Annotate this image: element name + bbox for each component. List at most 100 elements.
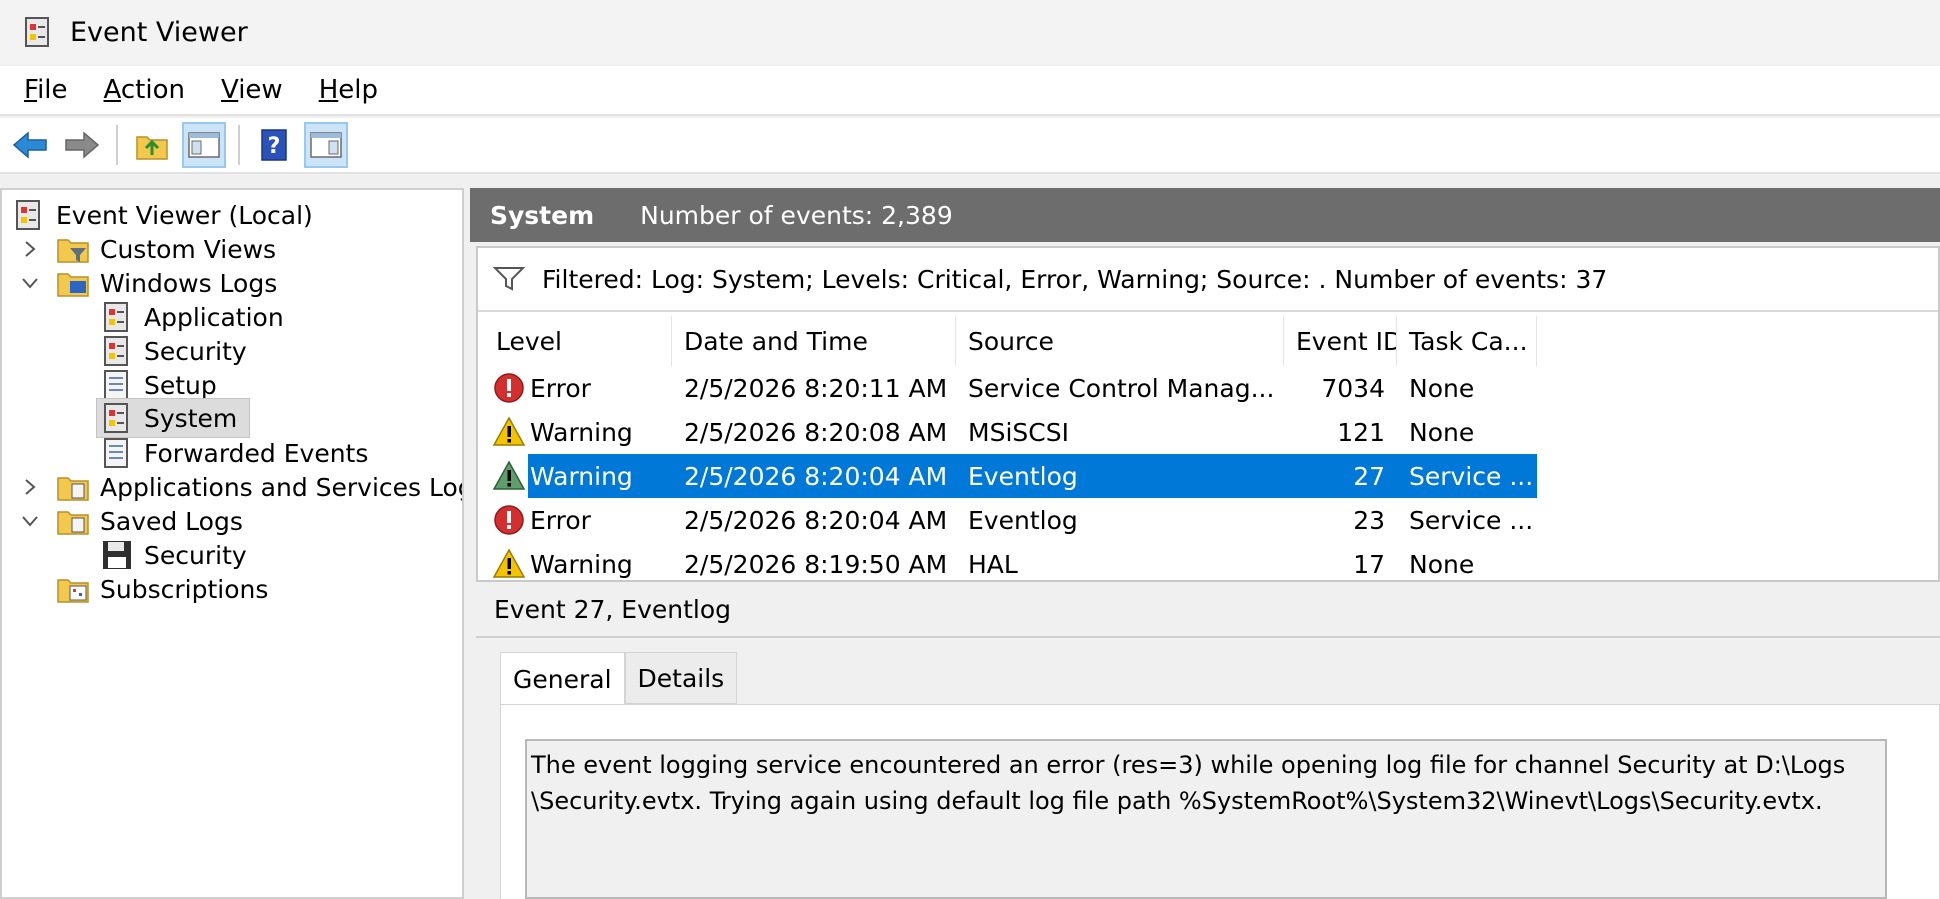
svg-text:?: ?	[268, 134, 281, 159]
tree-item-subscriptions[interactable]: Subscriptions	[56, 570, 268, 608]
log-page-icon	[100, 368, 134, 402]
chevron-down-icon[interactable]	[20, 273, 40, 293]
table-row[interactable]: Warning 2/5/2026 8:20:08 AM MSiSCSI 121 …	[484, 410, 1537, 454]
help-button[interactable]: ?	[252, 122, 296, 168]
tree-label: Security	[144, 336, 247, 366]
tree-item-application[interactable]: Application	[100, 298, 284, 336]
event-log-icon	[100, 334, 134, 368]
table-row[interactable]: Error 2/5/2026 8:20:04 AM Eventlog 23 Se…	[484, 498, 1537, 542]
toolbar: ?	[0, 118, 1940, 174]
detail-tabs: General Details	[500, 652, 738, 706]
menu-action[interactable]: Action	[104, 75, 185, 105]
tree-label: Security	[144, 540, 247, 570]
source-cell: Eventlog	[968, 461, 1078, 491]
task-category-cell: None	[1409, 373, 1475, 403]
event-description[interactable]: The event logging service encountered an…	[525, 739, 1887, 899]
window-title: Event Viewer	[70, 16, 248, 48]
toolbar-separator	[116, 125, 118, 165]
filter-description: Filtered: Log: System; Levels: Critical,…	[542, 264, 1608, 294]
tree-label: Windows Logs	[100, 268, 278, 298]
warning-icon	[492, 547, 526, 578]
filter-icon	[492, 262, 526, 296]
task-category-cell: None	[1409, 417, 1475, 447]
menu-view[interactable]: View	[221, 75, 283, 105]
log-page-icon	[100, 436, 134, 470]
column-header-level[interactable]: Level	[484, 316, 672, 366]
column-header-event-id[interactable]: Event ID	[1284, 316, 1397, 366]
table-row[interactable]: Warning 2/5/2026 8:19:50 AM HAL 17 None	[484, 542, 1537, 578]
source-cell: HAL	[968, 549, 1018, 579]
event-id-cell: 23	[1353, 505, 1385, 535]
event-table[interactable]: Level Date and Time Source Event ID Task…	[484, 316, 1938, 578]
console-tree[interactable]: Event Viewer (Local) Custom Views Window…	[0, 188, 464, 899]
event-id-cell: 7034	[1321, 373, 1385, 403]
chevron-right-icon[interactable]	[20, 477, 40, 497]
column-header-source[interactable]: Source	[956, 316, 1284, 366]
source-cell: Service Control Manag...	[968, 373, 1275, 403]
chevron-down-icon[interactable]	[20, 511, 40, 531]
warning-icon	[492, 415, 526, 449]
log-folder-icon	[56, 504, 90, 538]
event-viewer-app-icon	[22, 16, 54, 48]
level-cell: Warning	[492, 542, 672, 578]
level-cell: Warning	[530, 461, 633, 491]
filter-bar: Filtered: Log: System; Levels: Critical,…	[478, 248, 1938, 312]
tree-label: Saved Logs	[100, 506, 243, 536]
up-one-level-button[interactable]	[130, 122, 174, 168]
action-pane-icon	[310, 132, 342, 158]
tree-item-event-viewer-local[interactable]: Event Viewer (Local)	[12, 196, 313, 234]
level-cell: Error	[492, 498, 672, 542]
event-id-cell: 27	[1353, 461, 1385, 491]
show-hide-action-pane-button[interactable]	[304, 122, 348, 168]
help-icon: ?	[261, 129, 287, 161]
tree-item-windows-logs[interactable]: Windows Logs	[22, 264, 278, 302]
table-row[interactable]: Error 2/5/2026 8:20:11 AM Service Contro…	[484, 366, 1537, 410]
tree-label: System	[144, 403, 238, 433]
level-icon-cell	[492, 454, 528, 498]
tab-details[interactable]: Details	[624, 652, 738, 704]
event-log-icon	[12, 198, 46, 232]
column-header-date-time[interactable]: Date and Time	[672, 316, 956, 366]
tree-item-security[interactable]: Security	[100, 332, 247, 370]
event-description-line: \Security.evtx. Trying again using defau…	[531, 787, 1823, 815]
task-category-cell: Service ...	[1409, 461, 1534, 491]
windows-folder-icon	[56, 266, 90, 300]
level-cell: Error	[492, 366, 672, 410]
tree-item-system[interactable]: System	[96, 398, 250, 438]
tab-general[interactable]: General	[500, 652, 625, 706]
title-bar: Event Viewer	[0, 0, 1940, 64]
tree-item-applications-and-services-logs[interactable]: Applications and Services Log	[25, 468, 462, 506]
column-header-task-category[interactable]: Task Ca...	[1397, 316, 1537, 366]
tree-item-custom-views[interactable]: Custom Views	[25, 230, 277, 268]
tree-item-saved-logs[interactable]: Saved Logs	[22, 502, 243, 540]
tree-item-saved-security[interactable]: Security	[100, 536, 247, 574]
event-detail-title: Event 27, Eventlog	[476, 582, 1940, 638]
filter-folder-icon	[56, 232, 90, 266]
console-tree-icon	[188, 132, 220, 158]
tree-label: Forwarded Events	[144, 438, 369, 468]
tree-item-forwarded-events[interactable]: Forwarded Events	[100, 434, 368, 472]
event-detail-pane: Event 27, Eventlog General Details The e…	[476, 580, 1940, 899]
level-cell: Warning	[492, 410, 672, 454]
menu-help[interactable]: Help	[319, 75, 378, 105]
table-row-selected[interactable]: Warning 2/5/2026 8:20:04 AM Eventlog 27 …	[484, 454, 1537, 498]
date-time-cell: 2/5/2026 8:20:04 AM	[684, 505, 948, 535]
log-folder-icon	[56, 470, 90, 504]
general-tab-body: The event logging service encountered an…	[500, 704, 1940, 899]
date-time-cell: 2/5/2026 8:19:50 AM	[684, 549, 948, 579]
log-header: System Number of events: 2,389	[470, 188, 1940, 242]
date-time-cell: 2/5/2026 8:20:11 AM	[684, 373, 948, 403]
forward-button[interactable]	[60, 122, 104, 168]
back-button[interactable]	[8, 122, 52, 168]
event-count: Number of events: 2,389	[640, 200, 953, 230]
show-hide-console-tree-button[interactable]	[182, 122, 226, 168]
subscriptions-icon	[56, 572, 90, 606]
back-arrow-icon	[12, 131, 47, 159]
event-id-cell: 17	[1353, 549, 1385, 579]
warning-icon	[492, 459, 526, 493]
tree-label: Custom Views	[100, 234, 277, 264]
tree-label: Subscriptions	[100, 574, 269, 604]
menu-file[interactable]: File	[24, 75, 68, 105]
toolbar-separator	[238, 125, 240, 165]
chevron-right-icon[interactable]	[20, 239, 40, 259]
